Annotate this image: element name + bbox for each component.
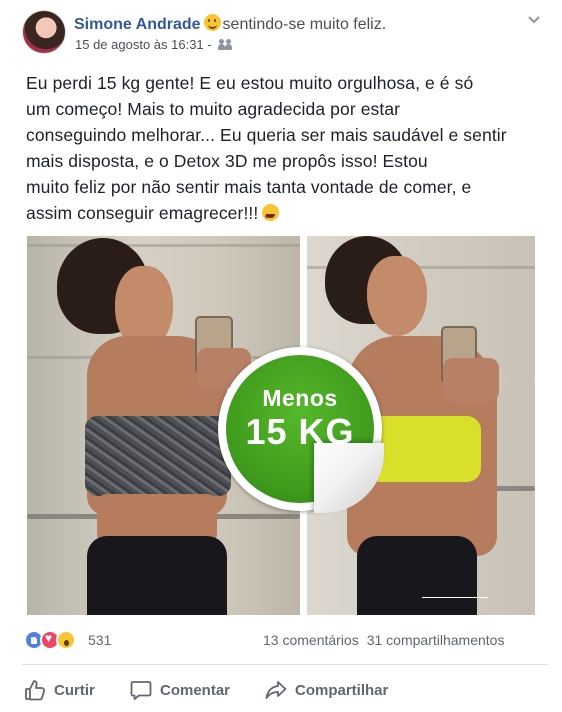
comments-count[interactable]: 13 comentários	[263, 632, 359, 648]
engagement-stats: 13 comentários 31 compartilhamentos	[263, 632, 504, 648]
post-text-line: Eu perdi 15 kg gente! E eu estou muito o…	[26, 73, 474, 93]
feeling-text: sentindo-se muito feliz.	[222, 16, 387, 33]
post-text-line: assim conseguir emagrecer!!!	[26, 203, 259, 223]
share-label: Compartilhar	[295, 681, 389, 699]
post-text: Eu perdi 15 kg gente! E eu estou muito o…	[26, 70, 546, 231]
shares-count[interactable]: 31 compartilhamentos	[367, 632, 505, 648]
post-meta: 15 de agosto às 16:31 -	[75, 37, 233, 52]
like-button[interactable]: Curtir	[24, 678, 95, 702]
divider	[22, 664, 548, 665]
comment-label: Comentar	[160, 681, 231, 699]
photo-line	[422, 597, 488, 598]
reaction-count[interactable]: 531	[88, 632, 111, 648]
chevron-down-icon[interactable]	[526, 12, 542, 28]
timestamp[interactable]: 15 de agosto às 16:31 -	[75, 37, 212, 52]
post-text-line: um começo! Mais to muito agradecida por …	[26, 99, 401, 119]
share-button[interactable]: Compartilhar	[265, 678, 388, 702]
comment-icon	[130, 681, 152, 700]
post-header: Simone Andrade sentindo-se muito feliz.	[74, 14, 386, 34]
share-arrow-icon	[265, 681, 287, 699]
like-label: Curtir	[54, 681, 95, 699]
wow-reaction-icon	[56, 630, 76, 650]
badge-main-text: 15 KG	[245, 411, 355, 452]
heart-eyes-emoji-icon	[262, 204, 280, 231]
thumbs-up-icon	[25, 680, 46, 701]
author-name[interactable]: Simone Andrade	[74, 16, 201, 33]
post-photo[interactable]: Menos 15 KG	[27, 236, 535, 615]
post-text-line: conseguindo melhorar... Eu queria ser ma…	[26, 125, 507, 145]
post-text-line: mais disposta, e o Detox 3D me propôs is…	[26, 151, 428, 171]
facebook-post: Simone Andrade sentindo-se muito feliz. 1…	[0, 0, 562, 712]
weight-loss-badge: Menos 15 KG	[218, 347, 384, 513]
friends-icon[interactable]	[218, 39, 233, 50]
post-text-line: muito feliz por não sentir mais tanta vo…	[26, 177, 472, 197]
badge-top-text: Menos	[262, 385, 338, 411]
smile-emoji-icon	[203, 14, 221, 31]
avatar[interactable]	[22, 10, 66, 54]
comment-button[interactable]: Comentar	[130, 678, 230, 702]
